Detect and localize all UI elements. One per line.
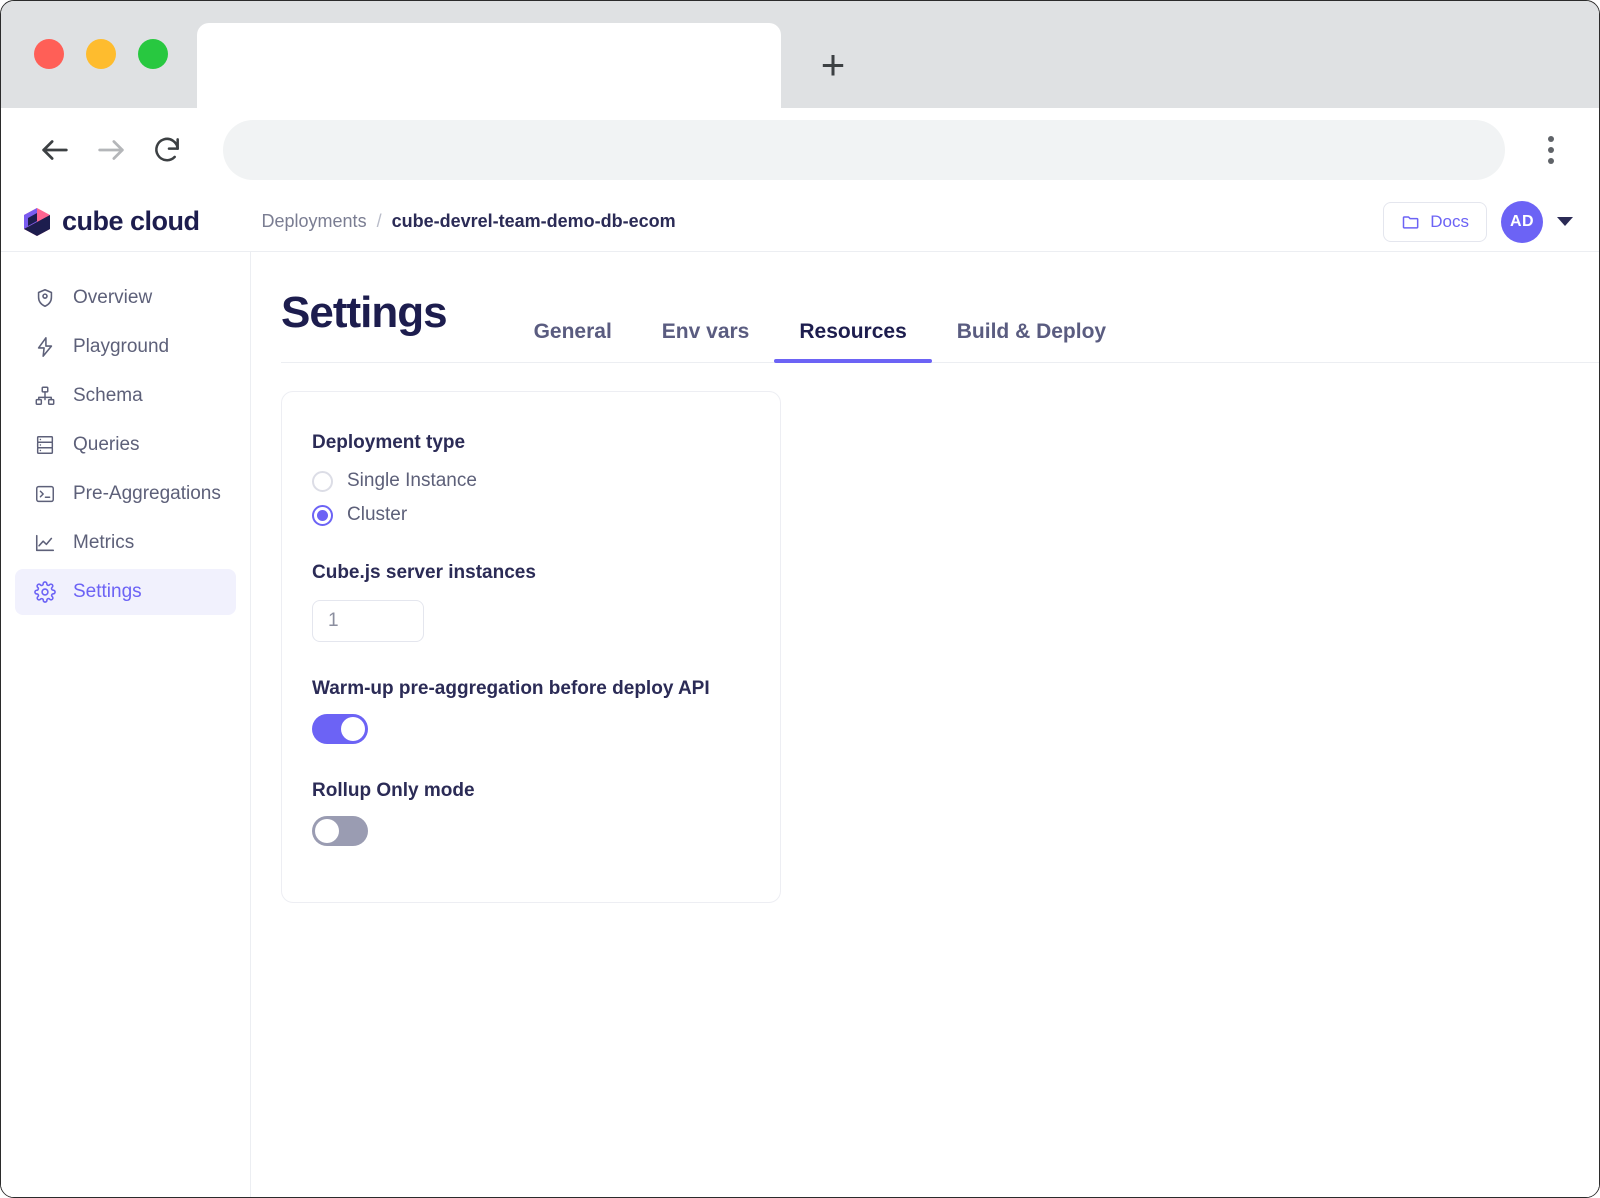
docs-button-label: Docs — [1430, 211, 1469, 231]
warmup-toggle-knob — [341, 717, 365, 741]
radio-cluster-control[interactable] — [312, 504, 333, 526]
new-tab-button[interactable]: + — [807, 39, 859, 91]
sitemap-icon — [33, 385, 56, 408]
server-instances-group: Cube.js server instances 1 — [312, 562, 750, 642]
breadcrumb: Deployments / cube-devrel-team-demo-db-e… — [262, 211, 676, 232]
sidebar-item-label: Queries — [73, 434, 140, 455]
kebab-dot — [1548, 158, 1554, 164]
radio-single-instance-control[interactable] — [312, 470, 333, 492]
browser-menu-button[interactable] — [1529, 122, 1573, 178]
minimize-window-button[interactable] — [86, 39, 116, 69]
main-content: Settings General Env vars Resources Buil… — [251, 252, 1599, 1197]
rollup-only-toggle[interactable] — [312, 816, 368, 846]
kebab-dot — [1548, 136, 1554, 142]
breadcrumb-separator: / — [376, 211, 382, 231]
cube-cloud-logo-text: cube cloud — [62, 206, 200, 236]
browser-window: + cube cloud Deployments / cube-devrel-t… — [0, 0, 1600, 1198]
breadcrumb-current: cube-devrel-team-demo-db-ecom — [391, 211, 676, 231]
radio-cluster[interactable]: Cluster — [312, 504, 750, 526]
chevron-down-icon[interactable] — [1557, 217, 1573, 226]
breadcrumb-deployments-link[interactable]: Deployments — [262, 211, 367, 232]
maximize-window-button[interactable] — [138, 39, 168, 69]
browser-tab-strip: + — [1, 1, 1599, 108]
tab-resources[interactable]: Resources — [774, 320, 933, 363]
browser-toolbar — [1, 108, 1599, 192]
gear-icon — [33, 581, 56, 604]
forward-arrow-icon — [98, 140, 124, 160]
sidebar-item-settings[interactable]: Settings — [15, 569, 236, 615]
page-title: Settings — [281, 288, 448, 337]
back-arrow-icon — [42, 140, 68, 160]
app-body: Overview Playground Schema Queries Pre-A… — [1, 252, 1599, 1197]
server-stack-icon — [33, 434, 56, 457]
avatar[interactable]: AD — [1501, 200, 1543, 243]
header-actions: Docs AD — [1383, 200, 1573, 243]
close-window-button[interactable] — [34, 39, 64, 69]
resources-settings-card: Deployment type Single Instance Cluster … — [281, 391, 781, 903]
window-traffic-lights — [34, 39, 168, 69]
sidebar-item-queries[interactable]: Queries — [15, 422, 236, 468]
rollup-only-toggle-knob — [315, 819, 339, 843]
sidebar-item-label: Pre-Aggregations — [73, 483, 221, 504]
deployment-type-label: Deployment type — [312, 432, 466, 453]
sidebar-item-label: Schema — [73, 385, 143, 406]
warmup-group: Warm-up pre-aggregation before deploy AP… — [312, 678, 750, 744]
browser-tab[interactable] — [197, 23, 781, 108]
address-bar[interactable] — [223, 120, 1505, 180]
radio-cluster-label: Cluster — [347, 504, 408, 525]
sidebar-item-metrics[interactable]: Metrics — [15, 520, 236, 566]
shield-location-icon — [33, 287, 56, 310]
line-chart-icon — [33, 532, 56, 555]
page-header: Settings General Env vars Resources Buil… — [281, 252, 1599, 363]
terminal-icon — [33, 483, 56, 506]
tab-build-deploy[interactable]: Build & Deploy — [932, 320, 1131, 362]
rollup-only-label: Rollup Only mode — [312, 780, 475, 801]
kebab-dot — [1548, 147, 1554, 153]
sidebar-item-label: Metrics — [73, 532, 135, 553]
sidebar-item-pre-aggregations[interactable]: Pre-Aggregations — [15, 471, 236, 517]
sidebar-item-schema[interactable]: Schema — [15, 373, 236, 419]
docs-button[interactable]: Docs — [1383, 201, 1487, 242]
radio-single-instance-label: Single Instance — [347, 470, 477, 491]
forward-button[interactable] — [83, 122, 139, 178]
server-instances-input[interactable]: 1 — [312, 600, 424, 642]
warmup-toggle[interactable] — [312, 714, 368, 744]
folder-icon — [1403, 215, 1419, 229]
cube-cloud-logo[interactable]: cube cloud — [21, 206, 200, 238]
lightning-bolt-icon — [33, 336, 56, 359]
sidebar-item-label: Playground — [73, 336, 170, 357]
reload-button[interactable] — [139, 122, 195, 178]
sidebar: Overview Playground Schema Queries Pre-A… — [1, 252, 251, 1197]
sidebar-item-label: Overview — [73, 287, 153, 308]
rollup-only-group: Rollup Only mode — [312, 780, 750, 846]
server-instances-label: Cube.js server instances — [312, 562, 536, 583]
sidebar-item-label: Settings — [73, 581, 142, 602]
tab-general[interactable]: General — [509, 320, 637, 362]
warmup-label: Warm-up pre-aggregation before deploy AP… — [312, 678, 710, 699]
sidebar-item-overview[interactable]: Overview — [15, 275, 236, 321]
radio-single-instance[interactable]: Single Instance — [312, 470, 750, 492]
cube-cloud-app: cube cloud Deployments / cube-devrel-tea… — [1, 192, 1599, 1197]
sidebar-item-playground[interactable]: Playground — [15, 324, 236, 370]
tab-env-vars[interactable]: Env vars — [637, 320, 775, 362]
app-header: cube cloud Deployments / cube-devrel-tea… — [1, 192, 1599, 252]
cube-logo-icon — [24, 207, 50, 236]
settings-tabs: General Env vars Resources Build & Deplo… — [509, 320, 1132, 363]
back-button[interactable] — [27, 122, 83, 178]
reload-icon — [155, 137, 179, 162]
